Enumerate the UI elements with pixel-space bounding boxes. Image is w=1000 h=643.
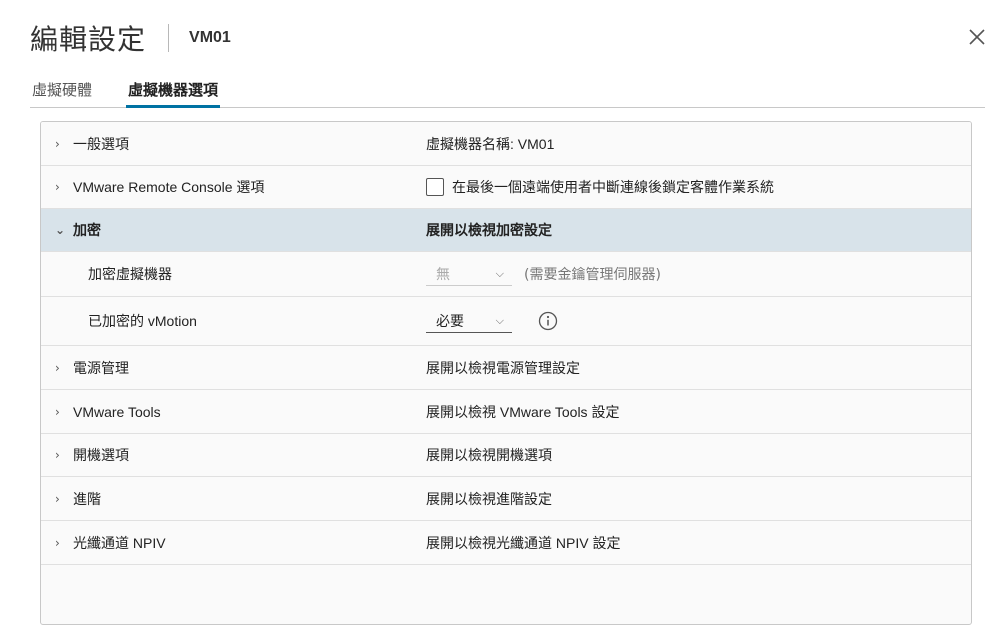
close-icon (969, 29, 985, 45)
select-value: 無 (436, 266, 450, 283)
chevron-right-icon: › (55, 491, 60, 506)
row-label: 電源管理 (73, 359, 129, 376)
select-value: 必要 (436, 313, 464, 330)
row-label: 進階 (73, 490, 101, 507)
row-vmrc[interactable]: › VMware Remote Console 選項 在最後一個遠端使用者中斷連… (41, 166, 971, 209)
row-vmware-tools[interactable]: › VMware Tools 展開以檢視 VMware Tools 設定 (41, 390, 971, 434)
row-encrypt-vm: 加密虛擬機器 無 ⌵ (需要金鑰管理伺服器) (41, 252, 971, 297)
row-value: 展開以檢視加密設定 (426, 222, 552, 238)
row-encrypted-vmotion: 已加密的 vMotion 必要 ⌵ (41, 297, 971, 346)
row-value: 展開以檢視進階設定 (426, 490, 552, 507)
row-boot[interactable]: › 開機選項 展開以檢視開機選項 (41, 434, 971, 477)
chevron-right-icon: › (55, 404, 60, 419)
encrypted-vmotion-select[interactable]: 必要 ⌵ (426, 309, 512, 333)
row-value: 展開以檢視開機選項 (426, 447, 552, 463)
row-encryption[interactable]: ⌄ 加密 展開以檢視加密設定 (41, 209, 971, 252)
encrypt-vm-select[interactable]: 無 ⌵ (426, 262, 512, 286)
row-value: 展開以檢視 VMware Tools 設定 (426, 403, 620, 420)
row-value: 展開以檢視光纖通道 NPIV 設定 (426, 534, 621, 551)
row-advanced[interactable]: › 進階 展開以檢視進階設定 (41, 477, 971, 521)
chevron-right-icon: › (55, 448, 60, 462)
chevron-down-icon: ⌄ (55, 223, 66, 237)
tab-virtual-hardware[interactable]: 虛擬硬體 (30, 76, 94, 107)
chevron-right-icon: › (55, 360, 60, 375)
row-label: 加密虛擬機器 (88, 266, 172, 282)
row-label: 一般選項 (73, 135, 129, 152)
tab-vm-options[interactable]: 虛擬機器選項 (126, 76, 221, 108)
chevron-right-icon: › (55, 136, 60, 151)
kms-hint: (需要金鑰管理伺服器) (524, 267, 661, 283)
row-value: 虛擬機器名稱: VM01 (426, 135, 555, 152)
title-divider (168, 24, 170, 52)
close-button[interactable] (966, 26, 988, 48)
row-value: 展開以檢視電源管理設定 (426, 359, 580, 376)
row-power[interactable]: › 電源管理 展開以檢視電源管理設定 (41, 346, 971, 390)
dialog-header: 編輯設定 VM01 (30, 18, 231, 58)
row-label: VMware Tools (73, 403, 161, 420)
info-icon[interactable] (538, 311, 558, 331)
vm-name: VM01 (189, 29, 231, 46)
chevron-down-icon: ⌵ (495, 313, 504, 327)
chevron-down-icon: ⌵ (495, 266, 504, 280)
row-label: 開機選項 (73, 447, 129, 463)
options-panel: › 一般選項 虛擬機器名稱: VM01 › VMware Remote Cons… (40, 121, 972, 625)
lock-guest-os-checkbox[interactable] (426, 178, 444, 196)
row-general[interactable]: › 一般選項 虛擬機器名稱: VM01 (41, 122, 971, 166)
chevron-right-icon: › (55, 535, 60, 550)
tab-bar: 虛擬硬體 虛擬機器選項 (30, 76, 985, 108)
row-label: 已加密的 vMotion (88, 313, 197, 329)
chevron-right-icon: › (55, 180, 60, 194)
row-label: 加密 (73, 222, 101, 238)
row-label: VMware Remote Console 選項 (73, 179, 265, 195)
dialog-title: 編輯設定 (30, 23, 147, 56)
row-npiv[interactable]: › 光纖通道 NPIV 展開以檢視光纖通道 NPIV 設定 (41, 521, 971, 565)
row-label: 光纖通道 NPIV (73, 534, 166, 551)
checkbox-label: 在最後一個遠端使用者中斷連線後鎖定客體作業系統 (452, 179, 774, 195)
